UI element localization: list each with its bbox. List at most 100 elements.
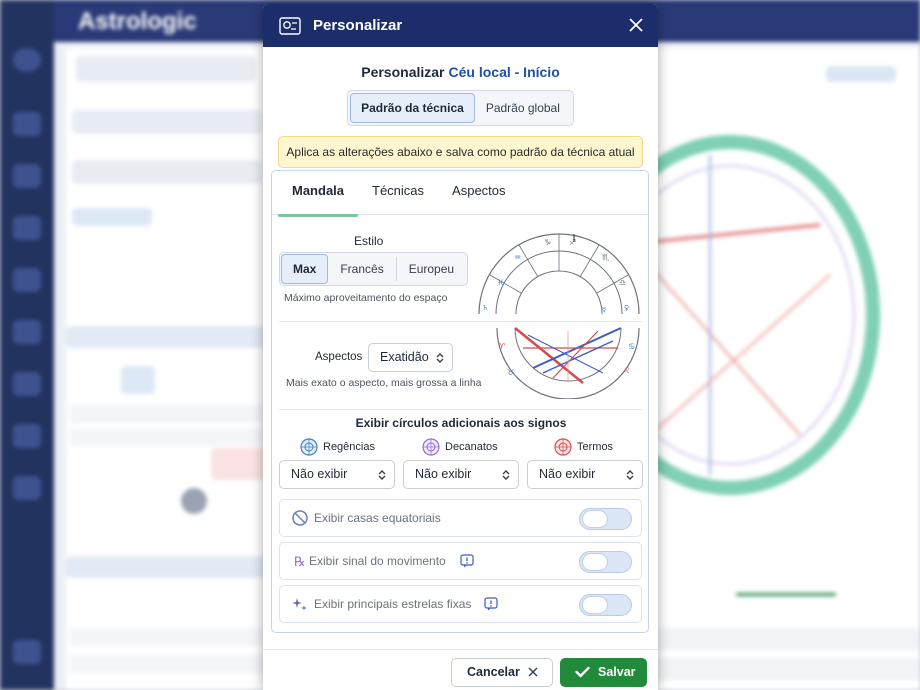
bg-header	[66, 556, 271, 578]
select-caret-icon	[502, 470, 510, 480]
toggle-row-estrelas-fixas: Exibir principais estrelas fixas	[279, 585, 642, 623]
select-caret-icon	[378, 470, 386, 480]
cancel-button[interactable]: Cancelar	[451, 658, 553, 687]
tab-mandala[interactable]: Mandala	[278, 171, 359, 217]
bg-header	[66, 326, 271, 348]
subtitle-main: Personalizar	[361, 64, 445, 80]
background-sidebar	[0, 0, 54, 690]
background-left-panel	[66, 48, 271, 690]
svg-text:☿: ☿	[602, 306, 606, 314]
aspectos-select[interactable]: Exatidão	[368, 343, 453, 372]
bg-button	[72, 160, 262, 184]
casas-equatoriais-toggle[interactable]	[579, 508, 632, 530]
close-icon	[528, 667, 538, 677]
svg-text:♏: ♏	[602, 253, 610, 262]
scope-global-default-button[interactable]: Padrão global	[475, 93, 571, 123]
personalize-dialog: Personalizar Personalizar Céu local - Iní…	[263, 4, 658, 690]
casas-equatoriais-label: Exibir casas equatoriais	[314, 511, 441, 525]
bg-search	[76, 56, 256, 82]
svg-text:♀: ♀	[624, 304, 629, 312]
settings-tabs: Mandala Técnicas Aspectos	[272, 171, 648, 217]
sidebar-item	[13, 112, 41, 136]
svg-text:♌: ♌	[623, 366, 630, 375]
sidebar-item	[13, 640, 41, 664]
section-divider	[279, 321, 642, 322]
estrelas-fixas-toggle[interactable]	[579, 594, 632, 616]
cancel-button-label: Cancelar	[467, 665, 520, 679]
bg-row	[70, 628, 265, 646]
bg-cell	[211, 448, 271, 480]
sinal-movimento-toggle[interactable]	[579, 551, 632, 573]
select-caret-icon	[436, 353, 444, 363]
svg-text:♒: ♒	[514, 253, 521, 262]
scope-segmented-control: Padrão da técnica Padrão global	[347, 90, 574, 126]
section-divider	[279, 409, 642, 410]
dialog-subtitle: Personalizar Céu local - Início	[263, 64, 658, 80]
customize-chart-icon	[279, 16, 301, 35]
stars-icon	[292, 598, 307, 611]
aspectos-label: Aspectos	[315, 351, 363, 363]
svg-text:℞: ℞	[294, 555, 306, 570]
mandala-style-preview: ♒ ♓ ♑ ♐ ♏ ♎ ♄ ♀ ☿	[478, 233, 640, 314]
settings-card: Mandala Técnicas Aspectos Estilo Max Fra…	[271, 170, 649, 633]
info-icon[interactable]	[460, 554, 474, 568]
svg-text:♐: ♐	[569, 238, 576, 247]
sidebar-avatar	[13, 48, 41, 72]
save-button-label: Salvar	[598, 665, 636, 679]
bg-row	[656, 658, 920, 680]
estilo-label: Estilo	[354, 234, 384, 248]
sinal-movimento-label: Exibir sinal do movimento	[309, 554, 446, 568]
no-symbol-icon	[292, 510, 308, 526]
bg-tab-underline	[736, 593, 836, 596]
check-icon	[575, 666, 590, 678]
termos-select-value: Não exibir	[539, 467, 596, 481]
toggle-knob	[582, 510, 608, 528]
regencias-label: Regências	[323, 441, 375, 453]
regencias-select-value: Não exibir	[291, 467, 348, 481]
svg-text:♓: ♓	[497, 278, 504, 287]
save-button[interactable]: Salvar	[560, 658, 647, 687]
svg-text:♈: ♈	[498, 342, 505, 351]
bg-avatar	[181, 488, 207, 514]
decanatos-label: Decanatos	[445, 441, 498, 453]
info-icon[interactable]	[484, 597, 498, 611]
bg-row	[70, 655, 265, 673]
regencias-select[interactable]: Não exibir	[279, 460, 395, 489]
bg-button	[72, 110, 262, 134]
estilo-frances-button[interactable]: Francês	[328, 254, 395, 284]
app-logo: Astrologic	[78, 8, 197, 35]
dialog-header: Personalizar	[263, 4, 658, 47]
decanatos-select[interactable]: Não exibir	[403, 460, 519, 489]
close-icon[interactable]	[626, 15, 646, 35]
tab-aspectos[interactable]: Aspectos	[438, 171, 519, 214]
svg-text:♑: ♑	[544, 238, 551, 247]
bg-link	[826, 66, 896, 82]
sidebar-item	[13, 216, 41, 240]
svg-text:♉: ♉	[507, 368, 514, 377]
sidebar-item	[13, 476, 41, 500]
bg-cell	[121, 366, 155, 394]
select-caret-icon	[626, 470, 634, 480]
termos-label: Termos	[577, 441, 614, 453]
bg-row	[70, 405, 265, 423]
toggle-row-sinal-movimento: ℞ Exibir sinal do movimento	[279, 542, 642, 580]
subtitle-technique: Céu local - Início	[448, 64, 560, 80]
scope-technique-default-button[interactable]: Padrão da técnica	[350, 93, 475, 123]
scope-selector: Padrão da técnica Padrão global	[263, 90, 658, 126]
tab-tecnicas[interactable]: Técnicas	[358, 171, 438, 214]
estilo-max-button[interactable]: Max	[281, 254, 329, 284]
bg-row	[656, 628, 920, 650]
toggle-row-casas-equatoriais: Exibir casas equatoriais	[279, 499, 642, 537]
estilo-europeu-button[interactable]: Europeu	[397, 254, 466, 284]
notice-banner: Aplica as alterações abaixo e salva como…	[278, 136, 643, 168]
dialog-footer: Cancelar Salvar	[263, 649, 658, 690]
circles-section-title: Exibir círculos adicionais aos signos	[355, 416, 567, 430]
toggle-knob	[582, 596, 608, 614]
aspect-lines-preview: ♈ ♉ ♋ ♌	[496, 327, 640, 399]
toggle-knob	[582, 553, 608, 571]
dialog-title: Personalizar	[313, 17, 403, 34]
sidebar-item	[13, 372, 41, 396]
termos-select[interactable]: Não exibir	[527, 460, 643, 489]
decanatos-select-value: Não exibir	[415, 467, 472, 481]
aspectos-select-value: Exatidão	[380, 350, 429, 364]
